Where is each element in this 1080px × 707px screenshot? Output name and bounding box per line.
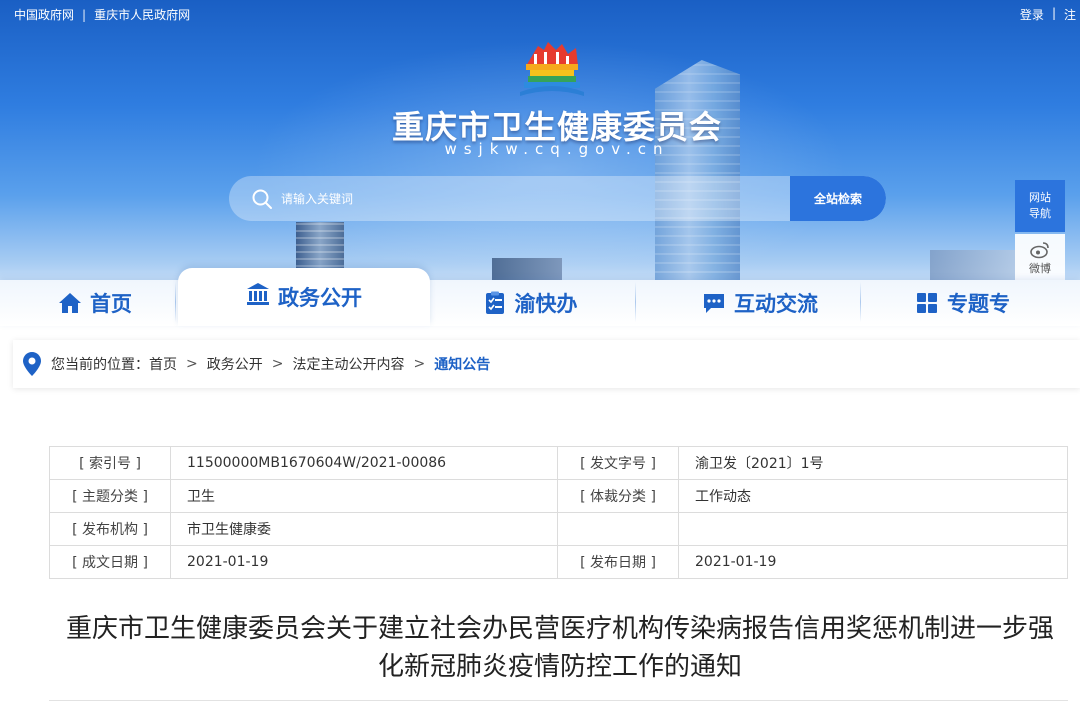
document-meta-table: [ 索引号 ] 11500000MB1670604W/2021-00086 [ …	[49, 446, 1068, 579]
chat-icon	[704, 294, 724, 313]
tab-yukuaiban[interactable]: 渝快办	[440, 280, 620, 326]
breadcrumb-separator: >	[186, 356, 198, 372]
breadcrumb-separator: >	[413, 356, 426, 372]
weibo-icon	[1030, 242, 1049, 259]
tab-home[interactable]: 首页	[20, 280, 170, 326]
tab-divider	[860, 282, 861, 322]
tab-special-topics[interactable]: 专题专	[915, 280, 1025, 326]
meta-value-publish-date: 2021-01-19	[678, 545, 1068, 579]
article-title-line1: 重庆市卫生健康委员会关于建立社会办民营医疗机构传染病报告信用奖惩机制进一步强	[65, 614, 1054, 644]
site-nav-label-line2: 导航	[1029, 207, 1051, 220]
tab-special-topics-label: 专题专	[947, 292, 1010, 316]
breadcrumb-separator: >	[271, 356, 284, 372]
meta-label-genre: [ 体裁分类 ]	[557, 479, 679, 513]
location-pin-icon	[23, 352, 41, 376]
register-link[interactable]: 注	[1064, 6, 1076, 23]
link-cq-gov[interactable]: 重庆市人民政府网	[94, 6, 190, 23]
top-links: 中国政府网 | 重庆市人民政府网	[14, 6, 190, 23]
meta-value-topic: 卫生	[170, 479, 558, 513]
divider	[49, 700, 1068, 701]
site-nav-label-line1: 网站	[1029, 191, 1051, 204]
tab-interaction-label: 互动交流	[734, 292, 818, 316]
breadcrumb-prefix: 您当前的位置：	[51, 357, 149, 373]
article-title: 重庆市卫生健康委员会关于建立社会办民营医疗机构传染病报告信用奖惩机制进一步强 化…	[30, 610, 1080, 686]
meta-label-empty	[557, 512, 679, 546]
chongqing-emblem-icon	[520, 42, 584, 96]
tab-divider	[175, 282, 176, 322]
article-title-line2: 化新冠肺炎疫情防控工作的通知	[377, 652, 742, 682]
tab-divider	[635, 282, 636, 322]
meta-label-publish-date: [ 发布日期 ]	[557, 545, 679, 579]
meta-label-topic: [ 主题分类 ]	[49, 479, 171, 513]
breadcrumb-statutory-disclosure[interactable]: 法定主动公开内容	[292, 354, 404, 374]
meta-value-index-number: 11500000MB1670604W/2021-00086	[170, 446, 558, 480]
login-link[interactable]: 登录	[1020, 6, 1044, 23]
grid-icon	[917, 293, 937, 313]
meta-value-document-number: 渝卫发〔2021〕1号	[678, 446, 1068, 480]
breadcrumb-home[interactable]: 首页	[149, 354, 177, 374]
search-input[interactable]	[281, 176, 781, 221]
tab-home-label: 首页	[90, 292, 132, 316]
meta-value-publisher: 市卫生健康委	[170, 512, 558, 546]
table-row: [ 发布机构 ] 市卫生健康委	[49, 512, 1068, 546]
breadcrumb-government-affairs[interactable]: 政务公开	[207, 354, 263, 374]
government-building-icon	[247, 283, 269, 305]
site-domain: wsjkw.cq.gov.cn	[444, 140, 670, 158]
search-icon	[252, 189, 272, 209]
meta-label-index-number: [ 索引号 ]	[49, 446, 171, 480]
site-navigation-button[interactable]: 网站 导航	[1015, 180, 1065, 232]
top-link-separator: |	[82, 7, 87, 22]
home-icon	[59, 293, 81, 313]
breadcrumb: 您当前的位置： 首页 > 政务公开 > 法定主动公开内容 > 通知公告	[13, 340, 1080, 388]
meta-label-written-date: [ 成文日期 ]	[49, 545, 171, 579]
search-bar: 全站检索	[229, 176, 886, 221]
breadcrumb-current[interactable]: 通知公告	[434, 354, 490, 374]
meta-value-genre: 工作动态	[678, 479, 1068, 513]
site-search-button[interactable]: 全站检索	[790, 176, 886, 221]
account-links: 登录 | 注	[1020, 6, 1080, 23]
tab-government-affairs-label: 政务公开	[278, 286, 362, 310]
tab-yukuaiban-label: 渝快办	[514, 292, 578, 316]
meta-value-written-date: 2021-01-19	[170, 545, 558, 579]
tab-interaction[interactable]: 互动交流	[680, 280, 840, 326]
table-row: [ 主题分类 ] 卫生 [ 体裁分类 ] 工作动态	[49, 479, 1068, 513]
checklist-icon	[485, 291, 504, 314]
account-separator: |	[1051, 6, 1056, 20]
table-row: [ 索引号 ] 11500000MB1670604W/2021-00086 [ …	[49, 446, 1068, 480]
meta-value-empty	[678, 512, 1068, 546]
meta-label-publisher: [ 发布机构 ]	[49, 512, 171, 546]
link-gov-cn[interactable]: 中国政府网	[14, 6, 74, 23]
table-row: [ 成文日期 ] 2021-01-19 [ 发布日期 ] 2021-01-19	[49, 545, 1068, 579]
tab-government-affairs[interactable]: 政务公开	[178, 268, 430, 326]
meta-label-document-number: [ 发文字号 ]	[557, 446, 679, 480]
main-nav: 首页 政务公开 渝快办 互动交流 专题专	[0, 268, 1080, 326]
